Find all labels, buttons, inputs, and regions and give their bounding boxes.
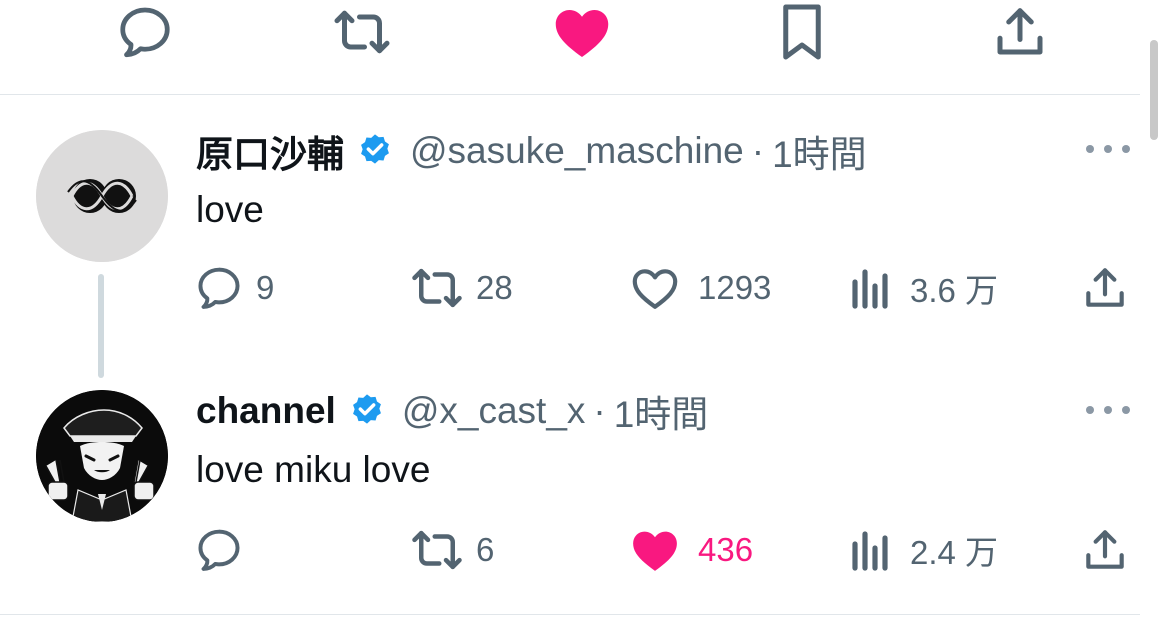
tweet[interactable]: channel @x_cast_x · 1時間 love miku love 6…: [0, 385, 1170, 615]
reply-icon[interactable]: [115, 2, 175, 62]
timestamp[interactable]: 1時間: [772, 124, 867, 178]
tweet-header: channel @x_cast_x · 1時間: [196, 385, 708, 437]
more-options-icon[interactable]: [1086, 134, 1130, 164]
tweet[interactable]: 原口沙輔 @sasuke_maschine · 1時間 love 9 28 12…: [0, 95, 1170, 385]
retweet-count: 6: [476, 531, 495, 568]
parent-tweet-action-bar: [0, 0, 1170, 94]
views-button[interactable]: 3.6 万: [848, 263, 998, 313]
retweet-button[interactable]: 28: [410, 263, 513, 313]
timestamp[interactable]: 1時間: [614, 384, 709, 438]
reply-button[interactable]: [194, 525, 256, 575]
reply-count: 9: [256, 269, 275, 306]
like-icon: [630, 265, 680, 311]
retweet-count: 28: [476, 269, 513, 306]
verified-badge-icon: [356, 132, 394, 170]
share-button[interactable]: [1080, 525, 1130, 575]
author-handle[interactable]: @sasuke_maschine: [410, 130, 744, 172]
retweet-icon[interactable]: [332, 2, 392, 62]
like-count: 1293: [698, 269, 772, 306]
share-button[interactable]: [1080, 263, 1130, 313]
divider: [0, 614, 1140, 615]
retweet-icon: [410, 263, 464, 313]
tweet-action-bar: 6 436 2.4 万: [0, 525, 1170, 575]
retweet-icon: [410, 525, 464, 575]
author-name[interactable]: 原口沙輔: [196, 124, 344, 178]
share-icon[interactable]: [990, 2, 1050, 62]
tweet-action-bar: 9 28 1293 3.6 万: [0, 263, 1170, 313]
author-name[interactable]: channel: [196, 390, 336, 432]
like-button[interactable]: 1293: [630, 263, 771, 313]
views-chart-icon: [848, 266, 890, 310]
share-icon: [1080, 263, 1130, 313]
reply-icon: [194, 525, 244, 575]
verified-badge-icon: [348, 392, 386, 430]
bookmark-icon[interactable]: [772, 2, 832, 62]
like-filled-icon: [630, 527, 680, 573]
retweet-button[interactable]: 6: [410, 525, 494, 575]
separator-dot: ·: [593, 390, 606, 431]
separator-dot: ·: [751, 130, 765, 171]
author-handle[interactable]: @x_cast_x: [402, 390, 586, 432]
views-chart-icon: [848, 528, 890, 572]
avatar[interactable]: [36, 130, 168, 262]
views-count: 2.4 万: [910, 534, 999, 571]
like-filled-icon[interactable]: [552, 2, 612, 62]
views-button[interactable]: 2.4 万: [848, 525, 998, 575]
more-options-icon[interactable]: [1086, 395, 1130, 425]
tweet-header: 原口沙輔 @sasuke_maschine · 1時間: [196, 125, 867, 177]
tweet-text: love miku love: [196, 449, 431, 490]
reply-icon: [194, 263, 244, 313]
reply-button[interactable]: 9: [194, 263, 274, 313]
avatar[interactable]: [36, 390, 168, 522]
like-count: 436: [698, 531, 754, 568]
views-count: 3.6 万: [910, 272, 999, 309]
like-button[interactable]: 436: [630, 525, 753, 575]
tweet-text: love: [196, 189, 264, 230]
share-icon: [1080, 525, 1130, 575]
